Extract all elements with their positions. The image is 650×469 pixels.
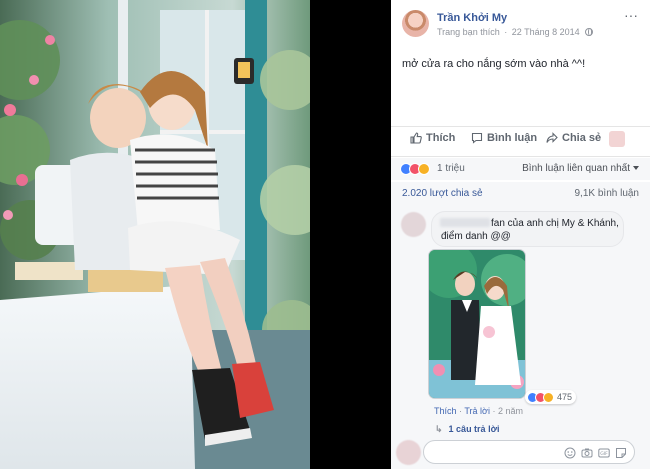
comment-line-2: điểm danh @@ xyxy=(441,231,511,242)
viewer-avatar xyxy=(396,440,421,465)
comment-like-link[interactable]: Thích xyxy=(434,406,457,416)
reaction-count[interactable]: 1 triệu xyxy=(437,163,465,174)
like-label: Thích xyxy=(426,132,456,144)
camera-icon[interactable] xyxy=(581,447,593,459)
comment-composer: GIF xyxy=(391,436,650,469)
comment-age[interactable]: 2 năm xyxy=(498,406,523,416)
sort-label: Bình luận liên quan nhất xyxy=(522,163,630,174)
divider xyxy=(391,156,650,157)
sticker-icon[interactable] xyxy=(615,447,627,459)
separator: · xyxy=(492,406,496,416)
svg-text:GIF: GIF xyxy=(600,451,608,457)
thumbs-up-icon xyxy=(410,132,422,144)
meta-source[interactable]: Trang bạn thích xyxy=(437,27,500,37)
post-photo[interactable] xyxy=(0,0,310,469)
share-count[interactable]: 2.020 lượt chia sẻ xyxy=(402,188,483,199)
wow-reaction-icon xyxy=(418,163,430,175)
comment-input-box[interactable]: GIF xyxy=(423,440,635,464)
comment-line-1: fan của anh chị My & Khánh, xyxy=(491,218,619,229)
share-button[interactable]: Chia sẻ xyxy=(546,132,601,144)
comment-photo[interactable] xyxy=(428,249,526,399)
separator: · xyxy=(459,406,463,416)
comment-reactions[interactable]: 475 xyxy=(525,390,577,404)
post-stats: 2.020 lượt chia sẻ 9,1K bình luận xyxy=(391,182,650,204)
emoji-icon[interactable] xyxy=(564,447,576,459)
author-name[interactable]: Trần Khởi My xyxy=(437,12,507,24)
wow-reaction-icon xyxy=(543,391,554,403)
share-label: Chia sẻ xyxy=(562,132,602,144)
comment-icon xyxy=(471,132,483,144)
comment-actions: Thích · Trả lời · 2 năm xyxy=(434,406,523,416)
commenter-avatar[interactable] xyxy=(401,212,426,237)
author-avatar[interactable] xyxy=(402,10,429,37)
comment-bubble: fan của anh chị My & Khánh, điểm danh @@ xyxy=(431,211,624,247)
like-button[interactable]: Thích xyxy=(410,132,455,144)
comment-sort-dropdown[interactable]: Bình luận liên quan nhất xyxy=(522,163,639,174)
photo-viewer xyxy=(0,0,391,469)
post-meta: Trang bạn thích · 22 Tháng 8 2014 xyxy=(437,27,594,37)
comment-button[interactable]: Bình luận xyxy=(471,132,537,144)
comment-reply-link[interactable]: Trả lời xyxy=(464,406,490,416)
replies-label: 1 câu trả lời xyxy=(448,424,500,434)
more-options-button[interactable]: ··· xyxy=(624,7,638,23)
post-sidebar: Trần Khởi My Trang bạn thích · 22 Tháng … xyxy=(391,0,650,469)
caret-down-icon xyxy=(633,166,639,170)
post-actions: Thích Bình luận Chia sẻ xyxy=(391,128,650,154)
comment-reaction-count: 475 xyxy=(557,392,573,402)
reactions-summary: 1 triệu Bình luận liên quan nhất xyxy=(391,158,650,180)
post-caption: mở cửa ra cho nắng sớm vào nhà ^^! xyxy=(402,58,586,70)
share-arrow-icon xyxy=(546,132,558,143)
view-replies-link[interactable]: ↳ 1 câu trả lời xyxy=(435,424,499,435)
post-date[interactable]: 22 Tháng 8 2014 xyxy=(512,27,580,37)
comment-count: 9,1K bình luận xyxy=(574,188,640,199)
gif-icon[interactable]: GIF xyxy=(598,447,610,459)
comment-input[interactable] xyxy=(430,445,530,460)
reaction-icons[interactable] xyxy=(400,163,430,175)
meta-separator: · xyxy=(504,27,508,37)
ellipsis-icon: ··· xyxy=(624,7,638,23)
globe-icon xyxy=(585,28,594,36)
reply-arrow-icon: ↳ xyxy=(435,424,443,434)
divider xyxy=(391,126,650,127)
comment-text: fan của anh chị My & Khánh, điểm danh @@ xyxy=(441,217,621,243)
page-avatar-selector[interactable] xyxy=(609,131,625,147)
comment-label: Bình luận xyxy=(487,132,538,144)
post-header: Trần Khởi My Trang bạn thích · 22 Tháng … xyxy=(391,0,650,48)
comments-section: fan của anh chị My & Khánh, điểm danh @@ xyxy=(391,204,650,469)
